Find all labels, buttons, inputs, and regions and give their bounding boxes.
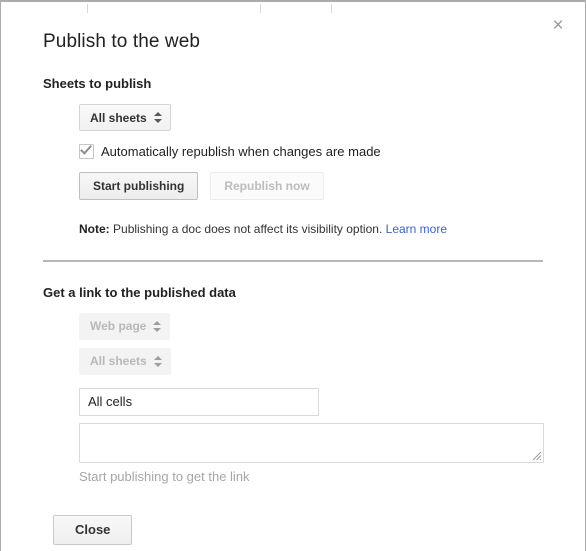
background-tick (87, 4, 88, 13)
publish-scope-select[interactable]: All sheets (79, 347, 171, 375)
sheets-to-publish-select[interactable]: All sheets (79, 104, 171, 131)
sheets-to-publish-select-value: All sheets (90, 110, 147, 125)
published-link-textarea[interactable] (79, 422, 544, 463)
link-controls: Web page All sheets All cells Start publ… (79, 312, 544, 484)
start-publishing-button[interactable]: Start publishing (79, 172, 199, 200)
auto-republish-row[interactable]: Automatically republish when changes are… (79, 144, 543, 159)
publish-note-text: Publishing a doc does not affect its vis… (113, 222, 383, 236)
dialog-footer: Close (53, 514, 543, 545)
publish-to-web-dialog: × Publish to the web Sheets to publish A… (0, 0, 586, 551)
publish-note: Note: Publishing a doc does not affect i… (79, 222, 543, 238)
cell-range-input[interactable] (79, 387, 319, 416)
dialog-body: Publish to the web Sheets to publish All… (1, 2, 585, 545)
close-icon[interactable]: × (547, 15, 569, 37)
publish-button-row: Start publishing Republish now (79, 172, 543, 200)
publish-note-prefix: Note: (79, 222, 110, 236)
chevron-up-down-icon (153, 320, 162, 333)
publish-link-hint: Start publishing to get the link (79, 468, 250, 484)
get-link-heading: Get a link to the published data (43, 284, 236, 300)
section-divider (43, 259, 543, 262)
dialog-title: Publish to the web (43, 31, 201, 52)
published-link-area (79, 422, 544, 463)
publish-scope-select-value: All sheets (90, 354, 147, 369)
close-button[interactable]: Close (53, 514, 133, 545)
learn-more-link[interactable]: Learn more (386, 222, 447, 236)
background-tick (260, 4, 261, 13)
publish-format-select-value: Web page (90, 319, 147, 334)
chevron-up-down-icon (153, 111, 162, 124)
republish-now-button[interactable]: Republish now (210, 172, 324, 200)
auto-republish-label[interactable]: Automatically republish when changes are… (101, 144, 381, 159)
publish-format-select[interactable]: Web page (79, 312, 171, 340)
sheets-to-publish-heading: Sheets to publish (43, 76, 152, 91)
auto-republish-checkbox[interactable] (79, 144, 94, 159)
publish-controls: All sheets Automatically republish when … (79, 104, 543, 238)
background-tick (331, 4, 332, 13)
chevron-up-down-icon (153, 355, 162, 368)
